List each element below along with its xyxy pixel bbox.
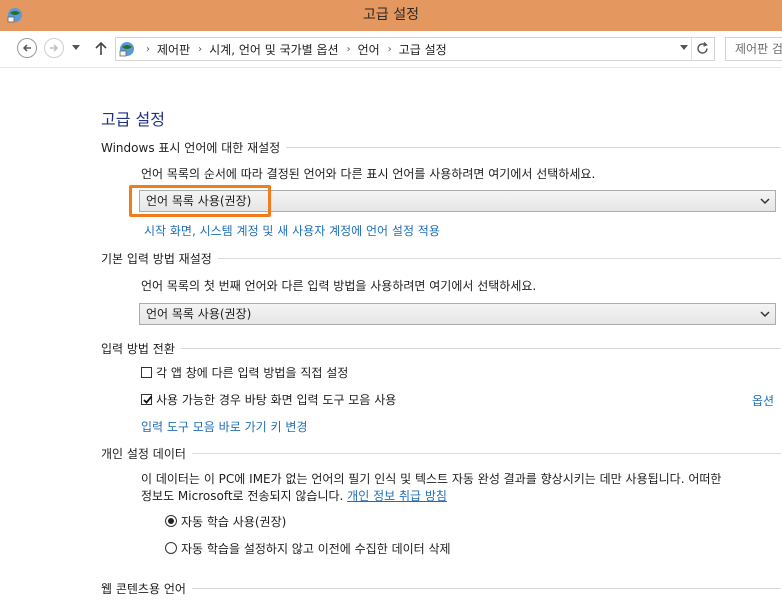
section-heading: 입력 방법 전환: [101, 341, 175, 356]
back-arrow-icon: [22, 44, 31, 52]
title-bar: 고급 설정: [0, 0, 782, 31]
radio-label[interactable]: 자동 학습을 설정하지 않고 이전에 수집한 데이터 삭제: [181, 540, 451, 557]
checkmark-icon: [143, 395, 153, 404]
per-app-input-checkbox-row[interactable]: 각 앱 창에 다른 입력 방법을 직접 설정: [141, 364, 348, 380]
forward-button[interactable]: [44, 38, 64, 58]
chevron-right-icon: ›: [146, 43, 150, 55]
divider: [180, 347, 781, 349]
section-web-content: 웹 콘텐츠용 언어: [101, 579, 781, 597]
section-personalization: 개인 설정 데이터: [101, 444, 781, 462]
chevron-down-icon[interactable]: [680, 45, 688, 51]
change-hotkeys-link[interactable]: 입력 도구 모음 바로 가기 키 변경: [141, 418, 307, 435]
breadcrumb-item-clock-language[interactable]: 시계, 언어 및 국가별 옵션: [209, 41, 338, 58]
description-line: 이 데이터는 이 PC에 IME가 없는 언어의 필기 인식 및 텍스트 자동 …: [141, 472, 722, 486]
description-text: 정보도 Microsoft로 전송되지 않습니다.: [141, 489, 348, 503]
page-title: 고급 설정: [101, 110, 165, 129]
divider: [191, 587, 781, 589]
section-heading: 개인 설정 데이터: [101, 446, 186, 461]
refresh-icon[interactable]: [695, 41, 710, 56]
window-title: 고급 설정: [363, 7, 419, 23]
chevron-down-icon: [760, 311, 770, 318]
section-heading: 웹 콘텐츠용 언어: [101, 581, 186, 596]
chevron-down-icon: [760, 198, 770, 205]
chevron-right-icon[interactable]: ›: [198, 44, 202, 55]
section-description: 언어 목록의 순서에 따라 결정된 언어와 다른 표시 언어를 사용하려면 여기…: [141, 167, 596, 181]
section-heading: Windows 표시 언어에 대한 재설정: [101, 140, 281, 155]
delete-data-radio-row[interactable]: 자동 학습을 설정하지 않고 이전에 수집한 데이터 삭제: [165, 540, 451, 556]
per-app-input-checkbox[interactable]: [141, 366, 152, 378]
up-arrow-icon[interactable]: [94, 40, 108, 56]
back-button[interactable]: [17, 38, 37, 58]
search-input[interactable]: 제어판 검: [725, 37, 782, 61]
section-display-language: Windows 표시 언어에 대한 재설정: [101, 138, 781, 156]
divider: [286, 146, 781, 148]
description-line: 정보도 Microsoft로 전송되지 않습니다. 개인 정보 취급 방침: [141, 488, 781, 505]
section-input-method: 기본 입력 방법 재설정: [101, 249, 781, 267]
personalization-description: 이 데이터는 이 PC에 IME가 없는 언어의 필기 인식 및 텍스트 자동 …: [141, 471, 781, 505]
radio-label[interactable]: 자동 학습 사용(권장): [181, 513, 286, 530]
breadcrumb: › 제어판 › 시계, 언어 및 국가별 옵션 › 언어 › 고급 설정: [138, 38, 447, 60]
delete-data-radio[interactable]: [165, 542, 177, 554]
address-bar[interactable]: › 제어판 › 시계, 언어 및 국가별 옵션 › 언어 › 고급 설정: [115, 37, 715, 61]
auto-learning-radio-row[interactable]: 자동 학습 사용(권장): [165, 513, 286, 529]
select-value: 언어 목록 사용(권장): [146, 307, 252, 321]
control-panel-icon: [118, 40, 136, 58]
divider: [691, 38, 692, 60]
breadcrumb-item-advanced[interactable]: 고급 설정: [399, 41, 447, 58]
section-heading: 기본 입력 방법 재설정: [101, 251, 212, 266]
checkbox-label[interactable]: 각 앱 창에 다른 입력 방법을 직접 설정: [156, 364, 348, 381]
section-description: 언어 목록의 첫 번째 언어와 다른 입력 방법을 사용하려면 여기에서 선택하…: [141, 279, 537, 293]
apply-language-settings-link[interactable]: 시작 화면, 시스템 계정 및 새 사용자 계정에 언어 설정 적용: [144, 222, 440, 239]
navigation-bar: › 제어판 › 시계, 언어 및 국가별 옵션 › 언어 › 고급 설정 제어판…: [0, 31, 782, 68]
divider: [191, 452, 781, 454]
desktop-language-bar-checkbox[interactable]: [141, 393, 153, 405]
desktop-language-bar-checkbox-row[interactable]: 사용 가능한 경우 바탕 화면 입력 도구 모음 사용: [141, 391, 396, 407]
privacy-statement-link[interactable]: 개인 정보 취급 방침: [347, 489, 447, 503]
divider: [217, 257, 781, 259]
highlight-box: [129, 185, 271, 217]
breadcrumb-item-control-panel[interactable]: 제어판: [157, 41, 190, 58]
section-switching: 입력 방법 전환: [101, 339, 781, 357]
forward-arrow-icon: [50, 44, 59, 52]
checkbox-label[interactable]: 사용 가능한 경우 바탕 화면 입력 도구 모음 사용: [156, 391, 396, 408]
options-link[interactable]: 옵션: [752, 392, 774, 409]
chevron-right-icon[interactable]: ›: [347, 44, 351, 55]
recent-locations-icon[interactable]: [72, 45, 80, 51]
chevron-right-icon[interactable]: ›: [388, 44, 392, 55]
main-content: 고급 설정 Windows 표시 언어에 대한 재설정 언어 목록의 순서에 따…: [0, 68, 782, 601]
breadcrumb-item-language[interactable]: 언어: [358, 41, 380, 58]
auto-learning-radio[interactable]: [165, 515, 177, 527]
input-method-select[interactable]: 언어 목록 사용(권장): [139, 303, 776, 325]
